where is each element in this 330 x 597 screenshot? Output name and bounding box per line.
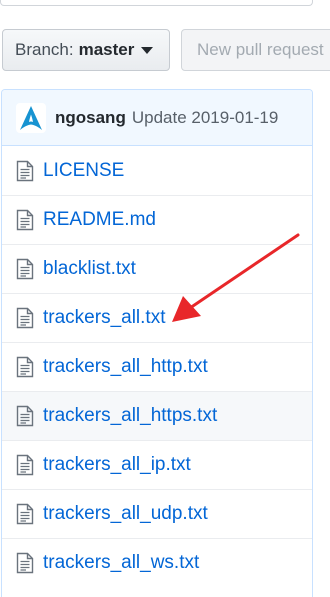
file-text-icon bbox=[16, 503, 34, 525]
file-name-link[interactable]: blacklist.txt bbox=[43, 258, 136, 280]
file-name-link[interactable]: trackers_all_ip.txt bbox=[43, 454, 191, 476]
file-name-link[interactable]: trackers_all_http.txt bbox=[43, 356, 208, 378]
file-name-link[interactable]: trackers_all.txt bbox=[43, 307, 165, 329]
commit-message[interactable]: Update 2019-01-19 bbox=[132, 108, 279, 128]
file-name-link[interactable]: trackers_all_udp.txt bbox=[43, 503, 208, 525]
file-text-icon bbox=[16, 454, 34, 476]
new-pull-request-button[interactable]: New pull request bbox=[181, 29, 330, 71]
file-row[interactable]: trackers_all_http.txt bbox=[2, 342, 312, 391]
file-name-link[interactable]: LICENSE bbox=[43, 160, 124, 182]
file-text-icon bbox=[16, 552, 34, 574]
caret-down-icon bbox=[141, 46, 154, 54]
branch-selector-button[interactable]: Branch: master bbox=[2, 29, 170, 71]
file-name-link[interactable]: trackers_all_https.txt bbox=[43, 405, 217, 427]
file-text-icon bbox=[16, 160, 34, 182]
file-row[interactable]: blacklist.txt bbox=[2, 244, 312, 293]
file-row[interactable]: trackers_all_https.txt bbox=[2, 391, 312, 440]
file-text-icon bbox=[16, 307, 34, 329]
file-row[interactable]: trackers_all_udp.txt bbox=[2, 489, 312, 538]
file-row[interactable]: trackers_all.txt bbox=[2, 293, 312, 342]
latest-commit-bar: ngosang Update 2019-01-19 bbox=[2, 90, 312, 146]
top-panel-edge bbox=[0, 0, 313, 6]
branch-value: master bbox=[78, 40, 135, 59]
file-browser-panel: ngosang Update 2019-01-19 LICENSE README.… bbox=[1, 89, 313, 597]
file-list: LICENSE README.md blacklist.txt trackers_al… bbox=[2, 146, 312, 587]
new-pull-request-label: New pull request bbox=[197, 40, 324, 59]
file-text-icon bbox=[16, 209, 34, 231]
commit-author[interactable]: ngosang bbox=[55, 108, 126, 128]
file-text-icon bbox=[16, 356, 34, 378]
file-row[interactable]: LICENSE bbox=[2, 146, 312, 195]
file-text-icon bbox=[16, 258, 34, 280]
arch-linux-logo-icon[interactable] bbox=[16, 102, 46, 133]
file-text-icon bbox=[16, 405, 34, 427]
file-name-link[interactable]: README.md bbox=[43, 209, 156, 231]
file-row[interactable]: trackers_all_ws.txt bbox=[2, 538, 312, 587]
file-row[interactable]: trackers_all_ip.txt bbox=[2, 440, 312, 489]
file-name-link[interactable]: trackers_all_ws.txt bbox=[43, 552, 199, 574]
branch-label: Branch: bbox=[15, 40, 74, 59]
file-row[interactable]: README.md bbox=[2, 195, 312, 244]
